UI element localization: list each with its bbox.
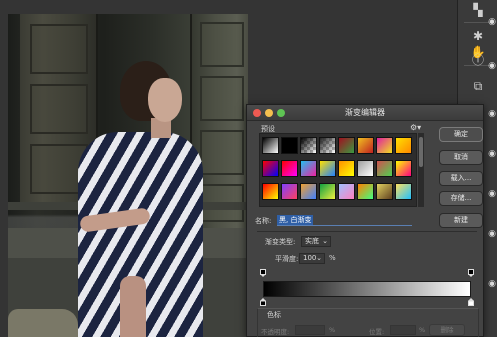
gradient-type-select[interactable]: 实底 ⌄	[301, 236, 331, 247]
gradient-preset-swatch[interactable]	[319, 137, 336, 154]
gradient-preview-bar[interactable]	[263, 281, 471, 297]
gradient-editor-dialog: 渐变编辑器 预设 ⚙▾ 确定 取消 载入... 存储... 名称: 黑, 白渐变…	[246, 104, 484, 337]
photo-bag	[8, 309, 78, 337]
gradient-preset-swatch[interactable]	[357, 160, 374, 177]
gradient-preset-swatch[interactable]	[376, 137, 393, 154]
gradient-preset-swatch[interactable]	[357, 137, 374, 154]
gradient-preset-swatch[interactable]	[319, 183, 336, 200]
opacity-stop-left[interactable]	[260, 269, 266, 277]
gradient-preset-swatch[interactable]	[262, 160, 279, 177]
color-stop-right[interactable]	[468, 298, 474, 306]
eye-icon[interactable]: ◉	[487, 106, 497, 122]
gradient-preset-swatch[interactable]	[338, 137, 355, 154]
eye-icon[interactable]: ◉	[487, 58, 497, 74]
opacity-input[interactable]	[295, 325, 325, 335]
info-icon[interactable]: ⓘ	[470, 52, 486, 68]
eye-icon[interactable]: ◉	[487, 146, 497, 162]
new-button[interactable]: 新建	[439, 213, 483, 228]
smoothness-unit: %	[329, 254, 336, 262]
smoothness-input[interactable]: 100 ⌄	[299, 253, 325, 264]
chevron-down-icon: ⌄	[316, 254, 322, 262]
canvas-image[interactable]	[8, 14, 248, 337]
arrange-icon[interactable]: ▚	[470, 2, 486, 18]
opacity-stop-right[interactable]	[468, 269, 474, 277]
name-field[interactable]: 黑, 白渐变	[277, 215, 412, 226]
gradient-preset-swatch[interactable]	[300, 160, 317, 177]
delete-button[interactable]: 删除	[429, 324, 465, 336]
color-stop-left[interactable]	[260, 298, 266, 306]
gradient-preset-swatch[interactable]	[262, 183, 279, 200]
location-label: 位置:	[369, 328, 385, 336]
name-value: 黑, 白渐变	[277, 215, 314, 225]
smoothness-value: 100	[303, 254, 317, 262]
section-divider	[257, 231, 477, 232]
location-input[interactable]	[390, 325, 416, 335]
gradient-preset-swatch[interactable]	[281, 160, 298, 177]
smoothness-label: 平滑度:	[275, 255, 299, 263]
ok-button[interactable]: 确定	[439, 127, 483, 142]
location-unit: %	[419, 326, 426, 334]
layers-icon[interactable]: ⧉	[470, 78, 486, 94]
save-button[interactable]: 存储...	[439, 191, 483, 206]
load-button[interactable]: 载入...	[439, 171, 483, 186]
presets-scrollbar[interactable]	[418, 133, 424, 207]
gradient-preset-swatch[interactable]	[300, 137, 317, 154]
gradient-preset-swatch[interactable]	[395, 160, 412, 177]
presets-grid	[259, 133, 417, 207]
gradient-type-value: 实底	[305, 237, 319, 245]
photo-leg	[120, 276, 146, 337]
gradient-preset-swatch[interactable]	[395, 137, 412, 154]
opacity-label: 不透明度:	[261, 328, 290, 336]
cancel-button[interactable]: 取消	[439, 150, 483, 165]
gradient-preset-swatch[interactable]	[376, 183, 393, 200]
color-stops-label: 色标	[267, 311, 281, 319]
gradient-type-label: 渐变类型:	[265, 238, 296, 246]
gradient-preset-swatch[interactable]	[338, 183, 355, 200]
gradient-preset-swatch[interactable]	[300, 183, 317, 200]
gradient-preset-swatch[interactable]	[319, 160, 336, 177]
gradient-preset-swatch[interactable]	[281, 137, 298, 154]
gradient-preset-swatch[interactable]	[376, 160, 393, 177]
eye-icon[interactable]: ◉	[487, 14, 497, 30]
gradient-preset-swatch[interactable]	[338, 160, 355, 177]
gear-icon[interactable]: ⚙▾	[410, 123, 421, 132]
eye-icon[interactable]: ◉	[487, 276, 497, 292]
photo-face	[148, 78, 182, 122]
eye-icon[interactable]: ◉	[487, 186, 497, 202]
name-label: 名称:	[255, 217, 272, 225]
gradient-preset-swatch[interactable]	[281, 183, 298, 200]
opacity-unit: %	[329, 326, 336, 334]
gradient-preset-swatch[interactable]	[357, 183, 374, 200]
photoshop-window: ▚ ✱ ✋ ⓘ ⧉ ◉ ◉ ◉ ◉ ◉ ◉ ◉ 渐变编辑器 预设 ⚙▾ 确定 取…	[0, 0, 497, 337]
chevron-down-icon: ⌄	[322, 237, 328, 245]
scrollbar-thumb[interactable]	[419, 137, 423, 167]
dialog-titlebar[interactable]: 渐变编辑器	[247, 105, 483, 121]
gradient-preset-swatch[interactable]	[262, 137, 279, 154]
gradient-preset-swatch[interactable]	[395, 183, 412, 200]
transform-icon[interactable]: ✱	[470, 28, 486, 44]
eye-icon[interactable]: ◉	[487, 226, 497, 242]
dialog-title: 渐变编辑器	[345, 108, 385, 117]
